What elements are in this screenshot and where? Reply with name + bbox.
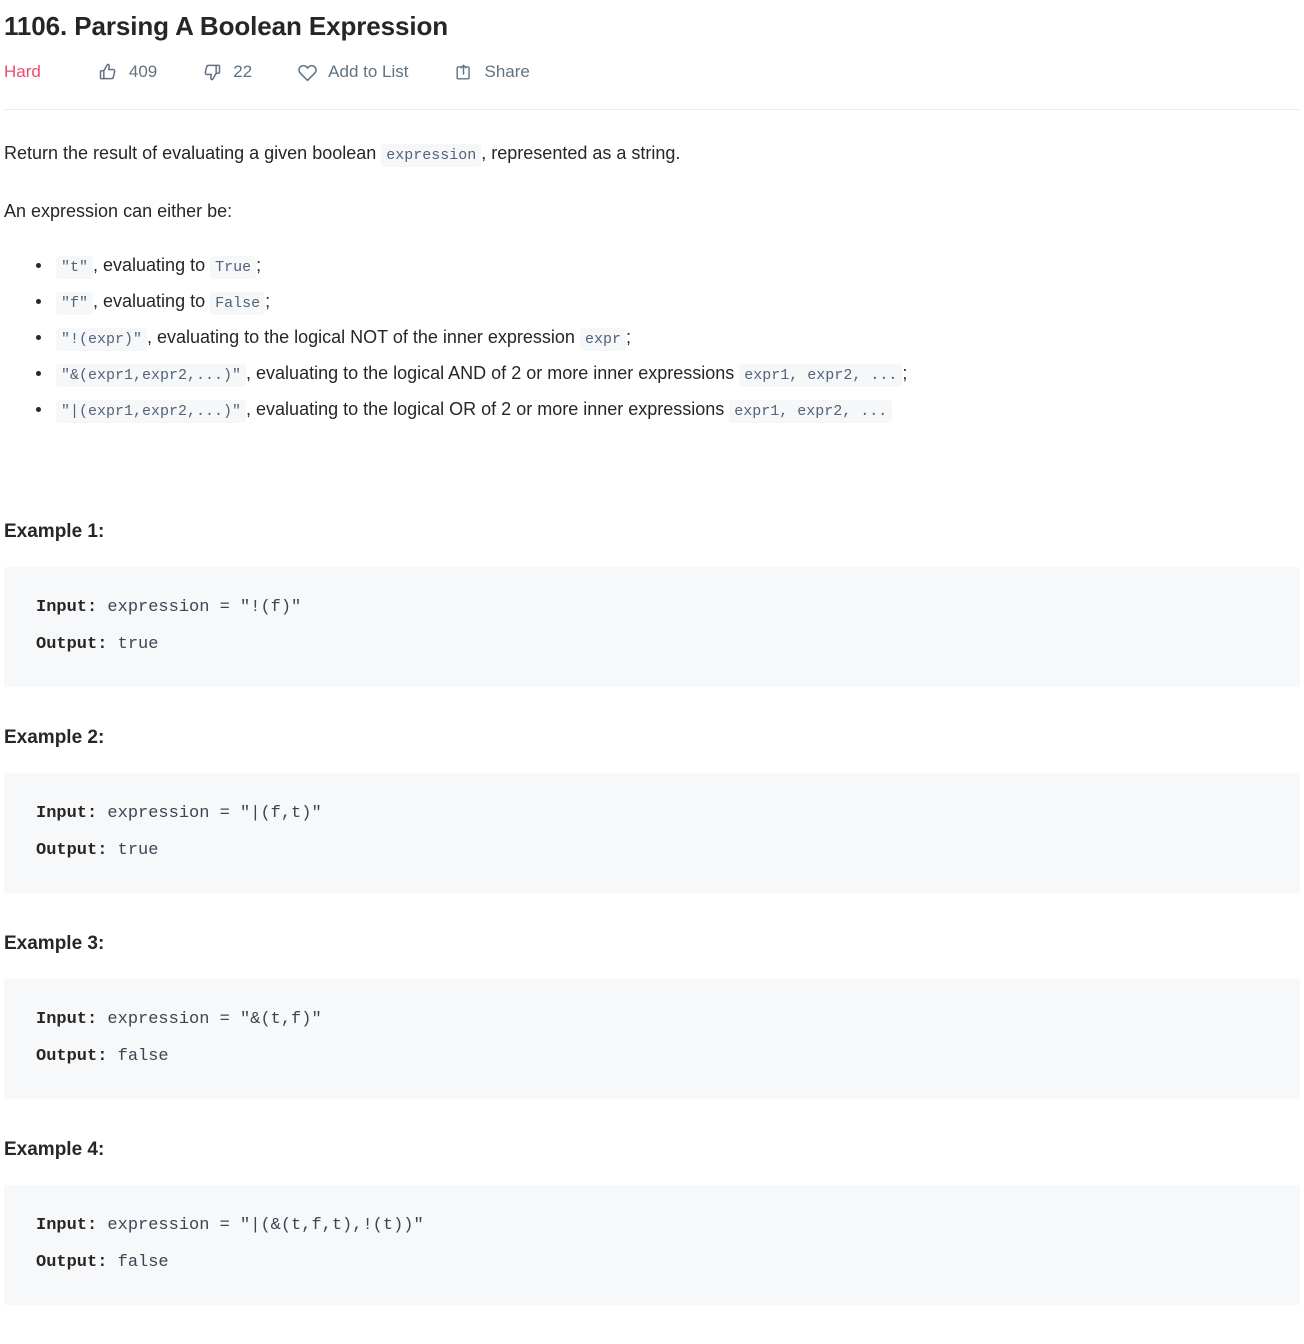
rule-code-secondary: expr1, expr2, ... [739,364,903,387]
like-count: 409 [128,62,158,81]
input-value: expression = "!(f)" [97,598,302,617]
share-label: Share [484,62,530,81]
example-heading: Example 1: [4,521,105,542]
dislike-button[interactable]: 22 [201,61,252,83]
example-heading: Example 2: [4,727,105,748]
problem-content: Return the result of evaluating a given … [0,140,1304,1305]
problem-meta-row: Hard 409 22 Add to List Share [0,43,1304,89]
rule-text-mid: , evaluating to [93,291,211,311]
example-code-block: Input: expression = "&(t,f)" Output: fal… [4,979,1300,1099]
list-item: "|(expr1,expr2,...)", evaluating to the … [4,391,1300,427]
add-to-list-button[interactable]: Add to List [296,61,408,83]
rule-code-secondary: False [210,292,266,315]
output-label: Output: [36,841,108,860]
example-heading: Example 4: [4,1139,105,1160]
rule-code: "t" [56,256,94,279]
thumbs-down-icon [201,61,223,83]
intro-paragraph: Return the result of evaluating a given … [4,140,1300,169]
example-code-block: Input: expression = "|(&(t,f,t),!(t))" O… [4,1185,1300,1305]
header-divider [4,109,1300,110]
rule-code-secondary: expr [579,328,626,351]
output-label: Output: [36,635,108,654]
like-button[interactable]: 409 [97,61,157,83]
example-block-3: Example 3: Input: expression = "&(t,f)" … [4,931,1300,1099]
rule-text-mid: , evaluating to [93,255,211,275]
rule-code-secondary: True [210,256,257,279]
rule-code: "&(expr1,expr2,...)" [56,364,247,387]
input-value: expression = "|(&(t,f,t),!(t))" [97,1216,424,1235]
rule-code: "|(expr1,expr2,...)" [56,400,247,423]
example-block-1: Example 1: Input: expression = "!(f)" Ou… [4,519,1300,687]
rule-text-mid: , evaluating to the logical AND of 2 or … [246,363,740,383]
dislike-count: 22 [233,62,253,81]
example-heading: Example 3: [4,933,105,954]
rule-text-end: ; [265,291,271,311]
inline-code-expression: expression [381,144,482,167]
example-block-2: Example 2: Input: expression = "|(f,t)" … [4,725,1300,893]
thumbs-up-icon [97,61,119,83]
rule-text-end: ; [625,327,631,347]
input-label: Input: [36,598,98,617]
page-title: 1106. Parsing A Boolean Expression [4,11,449,41]
rule-code: "!(expr)" [56,328,148,351]
list-item: "!(expr)", evaluating to the logical NOT… [4,319,1300,355]
output-label: Output: [36,1253,108,1272]
rule-code-secondary: expr1, expr2, ... [729,400,893,423]
example-code-block: Input: expression = "!(f)" Output: true [4,567,1300,687]
output-value: true [107,635,159,654]
problem-description-page: 1106. Parsing A Boolean Expression Hard … [0,0,1304,1305]
rule-text-end: ; [256,255,262,275]
input-label: Input: [36,1216,98,1235]
intro-text-after: , represented as a string. [481,143,681,163]
output-label: Output: [36,1047,108,1066]
add-to-list-label: Add to List [328,62,409,81]
share-icon [452,61,474,83]
output-value: false [107,1047,169,1066]
example-block-4: Example 4: Input: expression = "|(&(t,f,… [4,1137,1300,1305]
example-code-block: Input: expression = "|(f,t)" Output: tru… [4,773,1300,893]
input-value: expression = "&(t,f)" [97,1010,322,1029]
difficulty-badge: Hard [4,62,41,81]
list-item: "&(expr1,expr2,...)", evaluating to the … [4,355,1300,391]
lead-paragraph: An expression can either be: [4,201,233,221]
output-value: true [107,841,159,860]
list-item: "t", evaluating to True; [4,247,1300,283]
input-label: Input: [36,804,98,823]
rule-text-mid: , evaluating to the logical OR of 2 or m… [246,399,730,419]
expression-rules-list: "t", evaluating to True; "f", evaluating… [4,247,1300,427]
list-item: "f", evaluating to False; [4,283,1300,319]
output-value: false [107,1253,169,1272]
share-button[interactable]: Share [452,61,530,83]
heart-icon [296,61,318,83]
rule-code: "f" [56,292,94,315]
intro-text-before: Return the result of evaluating a given … [4,143,382,163]
input-label: Input: [36,1010,98,1029]
rule-text-end: ; [902,363,908,383]
rule-text-mid: , evaluating to the logical NOT of the i… [147,327,580,347]
input-value: expression = "|(f,t)" [97,804,322,823]
